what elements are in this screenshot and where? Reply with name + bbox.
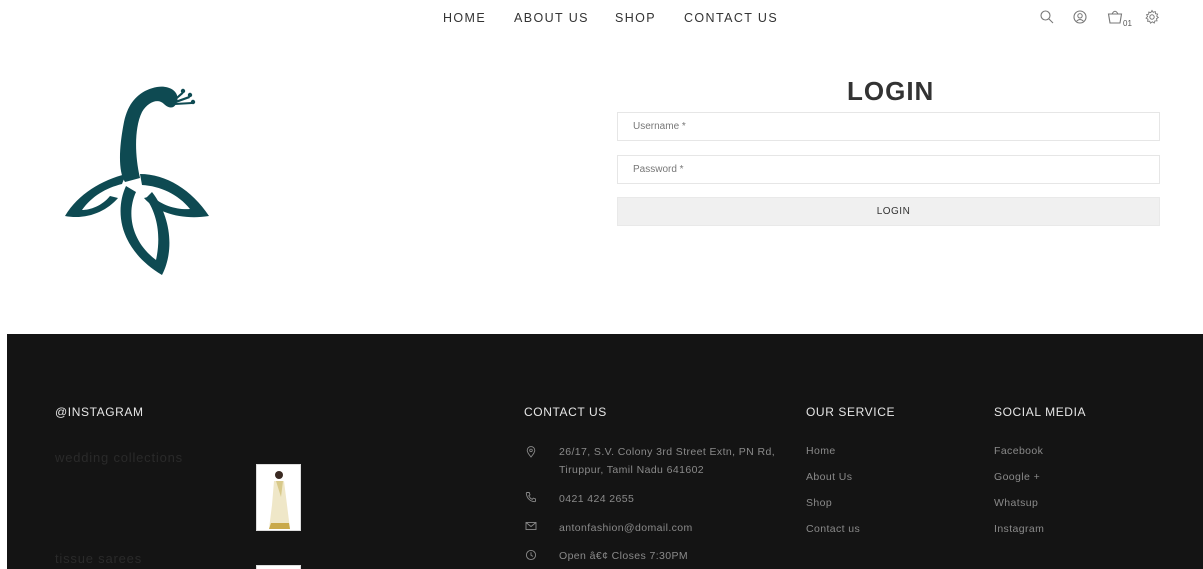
user-icon[interactable]: [1072, 9, 1088, 25]
brand-logo: [62, 82, 212, 282]
service-heading: OUR SERVICE: [806, 405, 896, 419]
contact-address-line2: Tiruppur, Tamil Nadu 641602: [559, 464, 705, 476]
location-pin-icon: [525, 446, 537, 458]
footer-link-home[interactable]: Home: [806, 445, 836, 457]
login-title: LOGIN: [847, 76, 935, 106]
username-input[interactable]: [617, 112, 1160, 141]
nav-contact-us[interactable]: CONTACT US: [684, 11, 778, 25]
contact-phone[interactable]: 0421 424 2655: [559, 490, 634, 508]
mail-icon: [525, 520, 537, 532]
password-input[interactable]: [617, 155, 1160, 184]
social-heading: SOCIAL MEDIA: [994, 405, 1087, 419]
instagram-post-thumbnail[interactable]: [256, 464, 301, 531]
clock-icon: [525, 549, 537, 561]
contact-hours: Open â€¢ Closes 7:30PM: [559, 550, 689, 562]
instagram-heading: @INSTAGRAM: [55, 405, 144, 419]
nav-shop[interactable]: SHOP: [615, 11, 656, 25]
contact-heading: CONTACT US: [524, 405, 607, 419]
nav-home[interactable]: HOME: [443, 11, 486, 25]
social-link-google-plus[interactable]: Google +: [994, 471, 1040, 483]
footer-link-shop[interactable]: Shop: [806, 497, 832, 509]
contact-email[interactable]: antonfashion@domail.com: [559, 519, 693, 537]
social-link-whatsup[interactable]: Whatsup: [994, 497, 1038, 509]
instagram-post-thumbnail[interactable]: [256, 565, 301, 569]
footer-link-about-us[interactable]: About Us: [806, 471, 852, 483]
social-link-facebook[interactable]: Facebook: [994, 445, 1043, 457]
nav-about-us[interactable]: ABOUT US: [514, 11, 589, 25]
search-icon[interactable]: [1039, 9, 1055, 25]
login-button[interactable]: LOGIN: [617, 197, 1160, 226]
instagram-caption: wedding collections: [55, 450, 183, 465]
phone-icon: [525, 491, 537, 503]
footer-link-contact-us[interactable]: Contact us: [806, 523, 860, 535]
top-navigation: HOME ABOUT US SHOP CONTACT US 01: [0, 0, 1203, 36]
site-footer: @INSTAGRAM wedding collections tissue sa…: [7, 334, 1203, 569]
cart-icon[interactable]: [1107, 9, 1123, 25]
cart-count-badge: 01: [1123, 19, 1132, 28]
contact-address-line1: 26/17, S.V. Colony 3rd Street Extn, PN R…: [559, 446, 776, 458]
gear-icon[interactable]: [1144, 9, 1160, 25]
social-link-instagram[interactable]: Instagram: [994, 523, 1044, 535]
instagram-caption: tissue sarees: [55, 551, 142, 566]
